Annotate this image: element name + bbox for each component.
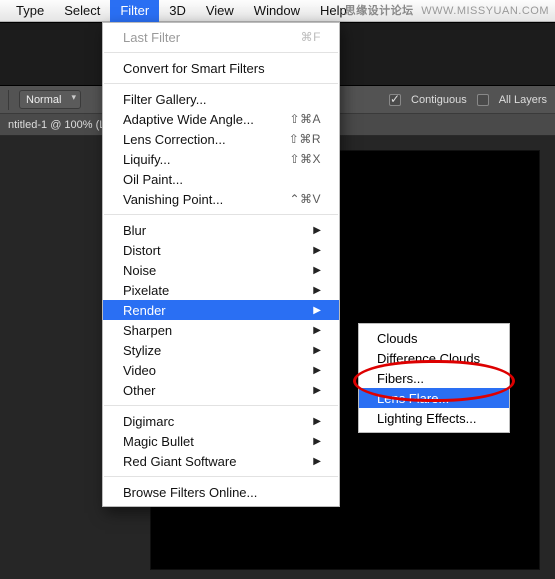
chevron-right-icon: ▶ bbox=[313, 456, 321, 467]
chevron-right-icon: ▶ bbox=[313, 305, 321, 316]
menubar-item-3d[interactable]: 3D bbox=[159, 0, 196, 22]
menu-magic-bullet[interactable]: Magic Bullet▶ bbox=[103, 431, 339, 451]
all-layers-checkbox[interactable] bbox=[477, 94, 489, 106]
menu-render[interactable]: Render▶ bbox=[103, 300, 339, 320]
menu-pixelate[interactable]: Pixelate▶ bbox=[103, 280, 339, 300]
menubar-item-type[interactable]: Type bbox=[6, 0, 54, 22]
chevron-right-icon: ▶ bbox=[313, 225, 321, 236]
filter-menu: Last Filter ⌘F Convert for Smart Filters… bbox=[102, 22, 340, 507]
menubar-item-window[interactable]: Window bbox=[244, 0, 310, 22]
menu-oil-paint[interactable]: Oil Paint... bbox=[103, 169, 339, 189]
menu-video[interactable]: Video▶ bbox=[103, 360, 339, 380]
menubar: Type Select Filter 3D View Window Help 思… bbox=[0, 0, 555, 22]
chevron-right-icon: ▶ bbox=[313, 345, 321, 356]
menu-liquify[interactable]: Liquify...⇧⌘X bbox=[103, 149, 339, 169]
watermark-cn: 思缘设计论坛 bbox=[345, 5, 414, 17]
contiguous-checkbox[interactable] bbox=[389, 94, 401, 106]
contiguous-label: Contiguous bbox=[411, 94, 467, 106]
chevron-right-icon: ▶ bbox=[313, 285, 321, 296]
render-submenu: Clouds Difference Clouds Fibers... Lens … bbox=[358, 323, 510, 433]
document-tab-label: ntitled-1 @ 100% (La bbox=[8, 119, 112, 131]
menu-filter-gallery[interactable]: Filter Gallery... bbox=[103, 89, 339, 109]
submenu-fibers[interactable]: Fibers... bbox=[359, 368, 509, 388]
menu-noise[interactable]: Noise▶ bbox=[103, 260, 339, 280]
menu-lens-correction[interactable]: Lens Correction...⇧⌘R bbox=[103, 129, 339, 149]
menu-sharpen[interactable]: Sharpen▶ bbox=[103, 320, 339, 340]
menu-other[interactable]: Other▶ bbox=[103, 380, 339, 400]
menu-red-giant[interactable]: Red Giant Software▶ bbox=[103, 451, 339, 471]
menu-stylize[interactable]: Stylize▶ bbox=[103, 340, 339, 360]
menu-browse-filters-online[interactable]: Browse Filters Online... bbox=[103, 482, 339, 502]
chevron-right-icon: ▶ bbox=[313, 265, 321, 276]
menubar-item-select[interactable]: Select bbox=[54, 0, 110, 22]
all-layers-label: All Layers bbox=[499, 94, 547, 106]
submenu-lighting-effects[interactable]: Lighting Effects... bbox=[359, 408, 509, 428]
submenu-lens-flare[interactable]: Lens Flare... bbox=[359, 388, 509, 408]
menubar-item-view[interactable]: View bbox=[196, 0, 244, 22]
menu-convert-smart-filters[interactable]: Convert for Smart Filters bbox=[103, 58, 339, 78]
mode-select[interactable]: Normal bbox=[19, 90, 81, 109]
menu-distort[interactable]: Distort▶ bbox=[103, 240, 339, 260]
chevron-right-icon: ▶ bbox=[313, 325, 321, 336]
chevron-right-icon: ▶ bbox=[313, 385, 321, 396]
chevron-right-icon: ▶ bbox=[313, 436, 321, 447]
watermark: 思缘设计论坛 WWW.MISSYUAN.COM bbox=[345, 2, 549, 18]
submenu-difference-clouds[interactable]: Difference Clouds bbox=[359, 348, 509, 368]
submenu-clouds[interactable]: Clouds bbox=[359, 328, 509, 348]
mode-select-wrap[interactable]: Normal bbox=[19, 90, 81, 109]
menu-digimarc[interactable]: Digimarc▶ bbox=[103, 411, 339, 431]
chevron-right-icon: ▶ bbox=[313, 416, 321, 427]
menubar-item-filter[interactable]: Filter bbox=[110, 0, 159, 22]
menu-adaptive-wide-angle[interactable]: Adaptive Wide Angle...⇧⌘A bbox=[103, 109, 339, 129]
menu-vanishing-point[interactable]: Vanishing Point...⌃⌘V bbox=[103, 189, 339, 209]
menu-blur[interactable]: Blur▶ bbox=[103, 220, 339, 240]
chevron-right-icon: ▶ bbox=[313, 245, 321, 256]
chevron-right-icon: ▶ bbox=[313, 365, 321, 376]
watermark-en: WWW.MISSYUAN.COM bbox=[421, 5, 549, 17]
menu-last-filter: Last Filter ⌘F bbox=[103, 27, 339, 47]
